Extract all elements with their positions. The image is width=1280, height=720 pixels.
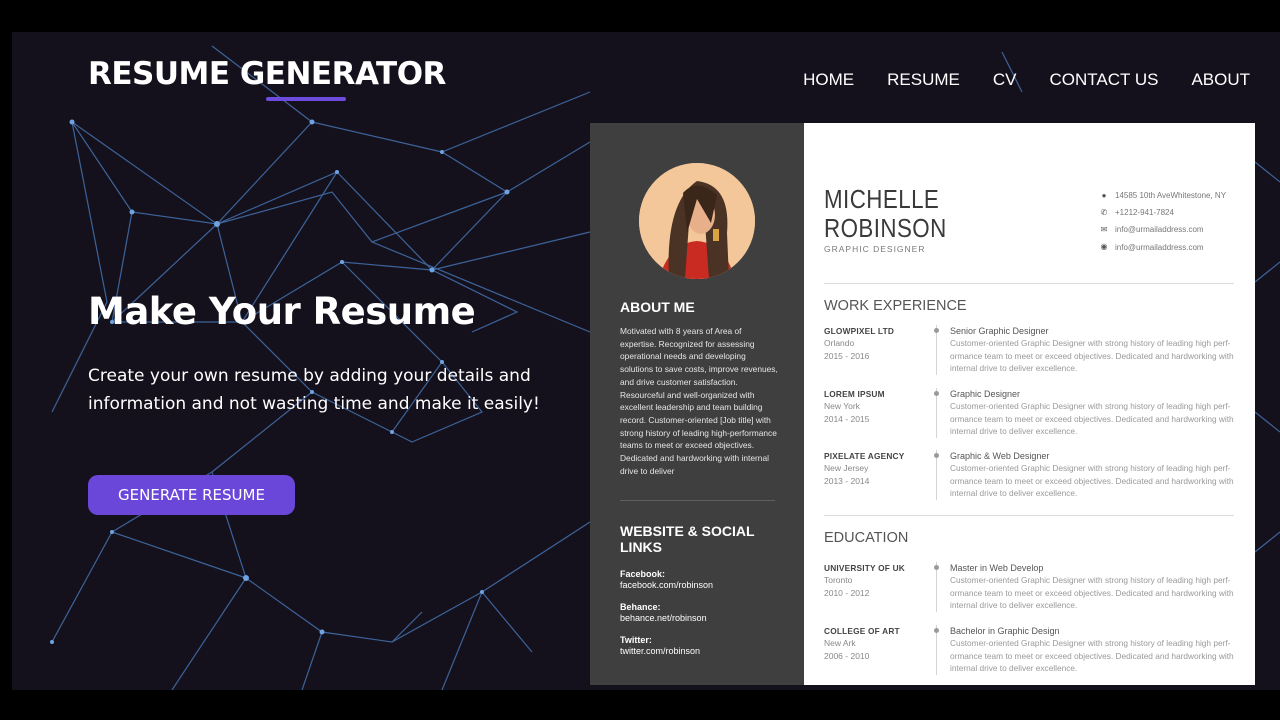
letterbox-bar <box>0 690 1280 720</box>
sidebar-divider <box>620 500 775 501</box>
brand-underline <box>266 97 346 101</box>
section-divider <box>824 515 1234 516</box>
profile-photo <box>639 163 755 279</box>
header-divider <box>824 283 1234 284</box>
resume-preview: ABOUT ME Motivated with 8 years of Area … <box>590 123 1255 685</box>
nav-contact-us[interactable]: CONTACT US <box>1050 70 1159 90</box>
about-me-heading: ABOUT ME <box>620 299 695 315</box>
main-nav: HOME RESUME CV CONTACT US ABOUT <box>803 70 1250 90</box>
social-facebook: Facebook: facebook.com/robinson <box>620 569 714 590</box>
hero-description: Create your own resume by adding your de… <box>88 366 540 414</box>
phone-icon: ✆ <box>1100 207 1108 217</box>
nav-resume[interactable]: RESUME <box>887 70 960 90</box>
education-entry: COLLEGE OF ART New Ark 2006 - 2010 Bache… <box>824 625 1234 675</box>
resume-main: MICHELLE ROBINSON GRAPHIC DESIGNER ● 1458… <box>804 123 1255 685</box>
work-experience-heading: WORK EXPERIENCE <box>824 298 967 314</box>
contact-phone: ✆ +1212-941-7824 <box>1100 207 1174 218</box>
nav-cv[interactable]: CV <box>993 70 1017 90</box>
work-entry: PIXELATE AGENCY New Jersey 2013 - 2014 G… <box>824 450 1234 500</box>
page-frame: RESUME GENERATOR HOME RESUME CV CONTACT … <box>12 32 1280 690</box>
about-me-text: Motivated with 8 years of Area of expert… <box>620 326 778 476</box>
social-twitter: Twitter: twitter.com/robinson <box>620 635 701 656</box>
brand-logo[interactable]: RESUME GENERATOR <box>88 56 446 92</box>
resume-name: MICHELLE ROBINSON <box>824 184 947 243</box>
contact-web: ◉ info@urmailaddress.com <box>1100 242 1204 252</box>
resume-role: GRAPHIC DESIGNER <box>824 244 926 254</box>
social-links-heading: WEBSITE & SOCIAL LINKS <box>620 523 755 555</box>
contact-email: ✉ info@urmailaddress.com <box>1100 224 1204 235</box>
resume-sidebar: ABOUT ME Motivated with 8 years of Area … <box>590 123 804 685</box>
hero-title: Make Your Resume <box>88 290 476 333</box>
nav-home[interactable]: HOME <box>803 70 854 90</box>
work-entry: LOREM IPSUM New York 2014 - 2015 Graphic… <box>824 388 1234 438</box>
education-heading: EDUCATION <box>824 530 909 546</box>
social-behance: Behance: behance.net/robinson <box>620 602 707 623</box>
location-pin-icon: ● <box>1101 190 1107 200</box>
nav-about[interactable]: ABOUT <box>1191 70 1250 90</box>
contact-list: ● 14585 10th AveWhitestone, NY ✆ +1212-941… <box>1100 187 1227 256</box>
generate-resume-button[interactable]: GENERATE RESUME <box>88 475 295 515</box>
globe-icon: ◉ <box>1100 242 1108 252</box>
education-entry: UNIVERSITY OF UK Toronto 2010 - 2012 Mas… <box>824 562 1234 612</box>
work-entry: GLOWPIXEL LTD Orlando 2015 - 2016 Senior… <box>824 325 1234 375</box>
mail-icon: ✉ <box>1100 224 1108 234</box>
contact-address: ● 14585 10th AveWhitestone, NY <box>1101 190 1227 201</box>
